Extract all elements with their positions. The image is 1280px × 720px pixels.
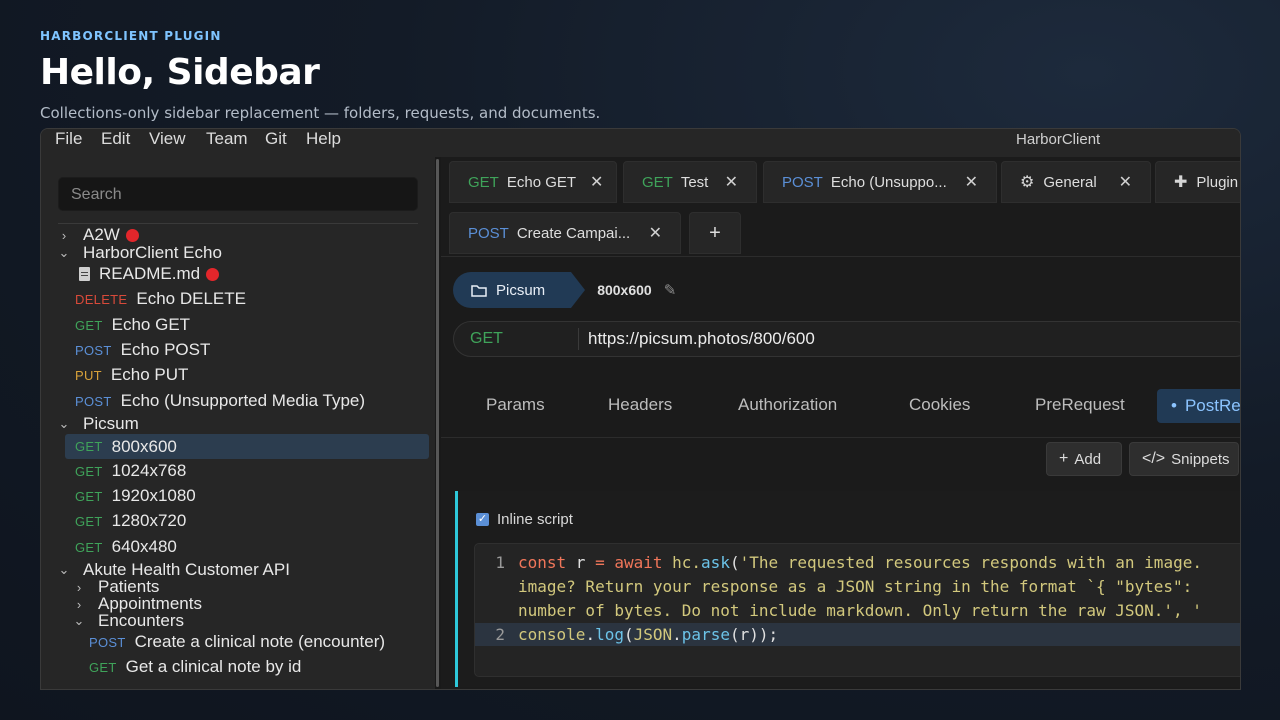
menubar: File Edit View Team Git Help HarborClien… [41, 129, 1240, 158]
unsaved-dot-icon [206, 267, 220, 281]
search-input[interactable] [69, 178, 411, 212]
tab-general[interactable]: ⚙ General ✕ [1001, 161, 1151, 203]
active-dot-icon: • [1171, 396, 1177, 415]
url-bar: GET [453, 321, 1240, 357]
close-icon[interactable]: ✕ [951, 172, 978, 192]
document-icon [79, 267, 90, 281]
close-icon[interactable]: ✕ [576, 172, 603, 192]
tree-request-1920x1080[interactable]: GET 1920x1080 [75, 485, 196, 507]
menu-git[interactable]: Git [265, 129, 287, 149]
folder-icon [471, 284, 487, 297]
tree-folder-harborclient-echo[interactable]: ⌄ HarborClient Echo [55, 242, 222, 264]
tab-plugin[interactable]: ✚ Plugin [1155, 161, 1240, 203]
tree-request-echo-get[interactable]: GET Echo GET [75, 314, 190, 336]
breadcrumb-current: 800x600 [597, 282, 652, 298]
chevron-right-icon: › [61, 227, 67, 243]
code-line: image? Return your response as a JSON st… [518, 577, 1193, 596]
snippets-button[interactable]: </> Snippets [1129, 442, 1239, 476]
close-icon[interactable]: ✕ [1105, 172, 1132, 192]
app-title: HarborClient [1016, 131, 1101, 148]
puzzle-icon: ✚ [1174, 174, 1188, 191]
tree-request-1024x768[interactable]: GET 1024x768 [75, 460, 186, 482]
unsaved-dot-icon [125, 228, 139, 242]
sidebar: › A2W ⌄ HarborClient Echo README.md DELE… [41, 157, 435, 689]
tree-request-echo-delete[interactable]: DELETE Echo DELETE [75, 288, 246, 310]
tab-echo-unsupported[interactable]: POST Echo (Unsuppo... ✕ [763, 161, 997, 203]
breadcrumb-folder[interactable]: Picsum [453, 272, 586, 308]
app-window: File Edit View Team Git Help HarborClien… [40, 128, 1241, 690]
code-icon: </> [1142, 450, 1166, 467]
close-icon[interactable]: ✕ [635, 223, 662, 243]
close-icon[interactable]: ✕ [711, 172, 738, 192]
menu-view[interactable]: View [149, 129, 186, 149]
tab-prerequest[interactable]: PreRequest [1035, 395, 1125, 415]
tree-request-create-note[interactable]: POST Create a clinical note (encounter) [89, 631, 385, 653]
menu-file[interactable]: File [55, 129, 82, 149]
tab-create-campaign[interactable]: POST Create Campai... ✕ [449, 212, 681, 254]
new-tab-button[interactable]: + [689, 212, 741, 254]
tab-authorization[interactable]: Authorization [738, 395, 837, 415]
menu-edit[interactable]: Edit [101, 129, 130, 149]
search-box [58, 177, 418, 212]
menu-team[interactable]: Team [206, 129, 248, 149]
inline-script-toggle[interactable]: ✓ Inline script [476, 511, 573, 528]
tree-folder-encounters[interactable]: ⌄ Encounters [70, 610, 184, 632]
main-panel: GET Echo GET ✕ GET Test ✕ POST Echo (Uns… [441, 157, 1240, 689]
tab-params[interactable]: Params [486, 395, 545, 415]
tree-request-1280x720[interactable]: GET 1280x720 [75, 510, 186, 532]
code-line: 2 console.log(JSON.parse(r)); [475, 623, 1240, 646]
tree-request-echo-unsupported[interactable]: POST Echo (Unsupported Media Type) [75, 390, 365, 412]
tree-doc-readme[interactable]: README.md [79, 263, 220, 285]
tab-echo-get[interactable]: GET Echo GET ✕ [449, 161, 617, 203]
menu-help[interactable]: Help [306, 129, 341, 149]
tree-request-get-note[interactable]: GET Get a clinical note by id [89, 656, 301, 678]
tab-cookies[interactable]: Cookies [909, 395, 970, 415]
chevron-down-icon: ⌄ [58, 245, 70, 260]
tree-request-echo-post[interactable]: POST Echo POST [75, 339, 210, 361]
code-editor[interactable]: 1 const r = await hc.ask('The requested r… [474, 543, 1240, 677]
page-subtitle: Collections-only sidebar replacement — f… [40, 104, 601, 122]
tab-headers[interactable]: Headers [608, 395, 672, 415]
tab-postrequest[interactable]: • PostRe [1157, 389, 1240, 423]
checkbox-checked-icon[interactable]: ✓ [476, 513, 489, 526]
method-select[interactable]: GET [454, 328, 579, 350]
tab-test[interactable]: GET Test ✕ [623, 161, 757, 203]
tree-request-800x600[interactable]: GET 800x600 [65, 434, 429, 459]
plus-icon: + [1059, 450, 1069, 467]
code-line: 1 const r = await hc.ask('The requested r… [495, 553, 1202, 572]
plugin-eyebrow: HARBORCLIENT PLUGIN [40, 29, 222, 43]
gear-icon: ⚙ [1020, 174, 1035, 191]
request-tabs: Params Headers Authorization Cookies Pre… [441, 377, 1240, 438]
code-line: number of bytes. Do not include markdown… [518, 601, 1202, 620]
inline-script-panel: ✓ Inline script 1 const r = await hc.ask(… [455, 491, 1240, 687]
page-title: Hello, Sidebar [40, 52, 320, 93]
chevron-down-icon: ⌄ [58, 416, 70, 431]
chevron-down-icon: ⌄ [73, 613, 85, 628]
tree-folder-picsum[interactable]: ⌄ Picsum [55, 413, 139, 435]
tree-request-640x480[interactable]: GET 640x480 [75, 536, 177, 558]
url-input[interactable] [579, 328, 1190, 350]
breadcrumb: Picsum 800x600 ✎ [453, 272, 676, 308]
sidebar-scrollbar[interactable] [436, 159, 439, 687]
pencil-icon[interactable]: ✎ [664, 281, 677, 299]
add-button[interactable]: + Add [1046, 442, 1122, 476]
tree-request-echo-put[interactable]: PUT Echo PUT [75, 364, 188, 386]
tabbar-divider [441, 256, 1240, 257]
